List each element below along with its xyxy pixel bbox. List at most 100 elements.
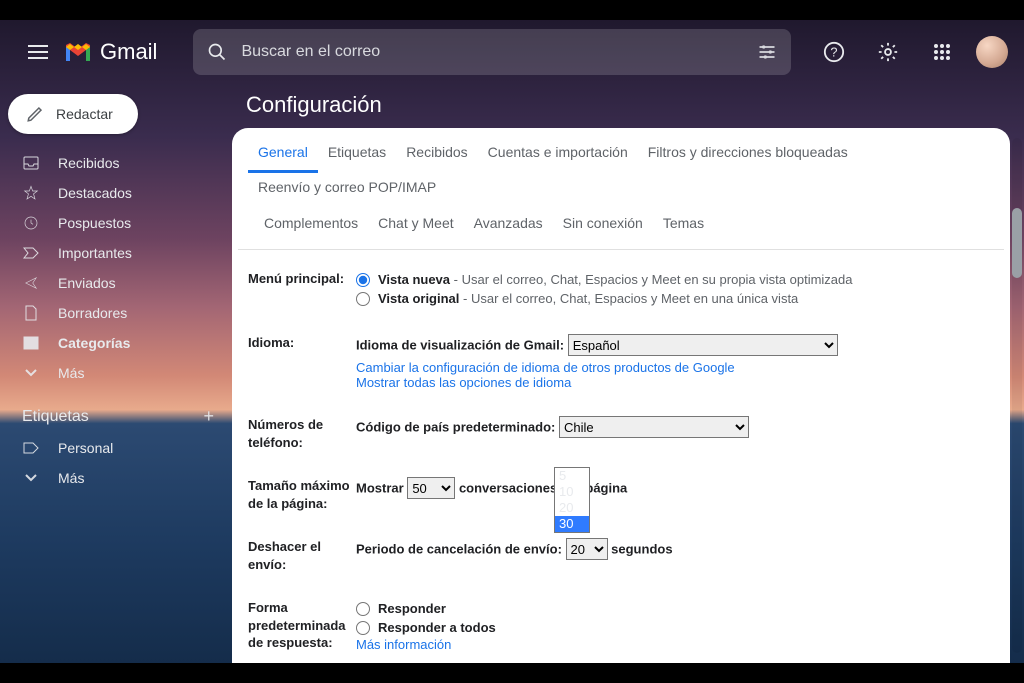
tab-chat[interactable]: Chat y Meet — [368, 209, 463, 241]
chevron-down-icon — [22, 369, 40, 377]
help-icon: ? — [823, 41, 845, 63]
label-item-more[interactable]: Más — [0, 463, 232, 493]
tab-addons[interactable]: Complementos — [254, 209, 368, 241]
language-display-label: Idioma de visualización de Gmail: — [356, 338, 564, 353]
opt-text: Vista original — [378, 291, 459, 306]
tab-offline[interactable]: Sin conexión — [553, 209, 653, 241]
search-icon — [207, 42, 227, 62]
panel-scrollbar[interactable] — [1010, 128, 1024, 663]
sidebar-item-label: Enviados — [58, 275, 116, 291]
tab-filters[interactable]: Filtros y direcciones bloqueadas — [638, 138, 858, 173]
inbox-icon — [22, 156, 40, 170]
label-item-personal[interactable]: Personal — [0, 433, 232, 463]
sidebar-item-label: Más — [58, 365, 84, 381]
tab-inbox[interactable]: Recibidos — [396, 138, 477, 173]
apps-button[interactable] — [922, 32, 962, 72]
sidebar-item-label: Pospuestos — [58, 215, 131, 231]
setting-page-size: Tamaño máximo de la página: Mostrar 50 c… — [248, 465, 994, 526]
clock-icon — [22, 215, 40, 231]
page-size-post: conversaciones por página — [459, 481, 627, 496]
gmail-logo[interactable]: Gmail — [64, 39, 157, 65]
opt-text: Responder a todos — [378, 620, 496, 635]
label-item-label: Personal — [58, 440, 113, 456]
setting-label: Idioma: — [248, 334, 356, 352]
sidebar-item-sent[interactable]: Enviados — [0, 268, 232, 298]
sidebar-item-categories[interactable]: Categorías — [0, 328, 232, 358]
setting-label: Tamaño máximo de la página: — [248, 477, 356, 512]
sidebar-item-more[interactable]: Más — [0, 358, 232, 388]
sidebar-item-label: Borradores — [58, 305, 127, 321]
setting-label: Menú principal: — [248, 270, 356, 288]
sidebar-item-starred[interactable]: Destacados — [0, 178, 232, 208]
settings-panel: General Etiquetas Recibidos Cuentas e im… — [232, 128, 1010, 663]
add-label-button[interactable]: + — [203, 406, 214, 427]
important-icon — [22, 247, 40, 259]
undo-post: segundos — [611, 542, 672, 557]
setting-main-menu: Menú principal: Vista nueva - Usar el co… — [248, 262, 994, 322]
page-size-select[interactable]: 50 — [407, 477, 455, 499]
phone-code-label: Código de país predeterminado: — [356, 420, 555, 435]
undo-seconds-select[interactable]: 20 — [566, 538, 608, 560]
setting-label: Forma predeterminada de respuesta: — [248, 599, 356, 652]
tab-advanced[interactable]: Avanzadas — [464, 209, 553, 241]
language-select[interactable]: Español — [568, 334, 838, 356]
sidebar-item-inbox[interactable]: Recibidos — [0, 148, 232, 178]
main-menu-new-radio[interactable] — [356, 273, 370, 287]
tag-icon — [22, 442, 40, 454]
dropdown-option-highlighted[interactable]: 30 — [555, 516, 589, 532]
country-code-select[interactable]: Chile — [559, 416, 749, 438]
label-item-label: Más — [58, 470, 84, 486]
dropdown-option[interactable]: 10 — [555, 484, 589, 500]
tab-labels[interactable]: Etiquetas — [318, 138, 396, 173]
language-change-link[interactable]: Cambiar la configuración de idioma de ot… — [356, 360, 994, 375]
page-title: Configuración — [246, 92, 382, 118]
settings-body: Menú principal: Vista nueva - Usar el co… — [232, 250, 1010, 663]
setting-default-reply: Forma predeterminada de respuesta: Respo… — [248, 587, 994, 663]
sidebar-item-label: Categorías — [58, 335, 130, 351]
setting-label: Números de teléfono: — [248, 416, 356, 451]
categories-icon — [22, 336, 40, 350]
scrollbar-thumb[interactable] — [1012, 208, 1022, 278]
dropdown-option[interactable]: 5 — [555, 468, 589, 484]
setting-phone: Números de teléfono: Código de país pred… — [248, 404, 994, 465]
gmail-m-icon — [64, 41, 92, 63]
setting-language: Idioma: Idioma de visualización de Gmail… — [248, 322, 994, 404]
apps-grid-icon — [933, 43, 951, 61]
language-show-all-link[interactable]: Mostrar todas las opciones de idioma — [356, 375, 994, 390]
compose-button[interactable]: Redactar — [8, 94, 138, 134]
help-button[interactable]: ? — [814, 32, 854, 72]
sent-icon — [22, 276, 40, 290]
reply-more-info-link[interactable]: Más información — [356, 637, 994, 652]
tab-general[interactable]: General — [248, 138, 318, 173]
sidebar-item-important[interactable]: Importantes — [0, 238, 232, 268]
setting-label: Deshacer el envío: — [248, 538, 356, 573]
reply-radio[interactable] — [356, 602, 370, 616]
gear-icon — [877, 41, 899, 63]
tab-accounts[interactable]: Cuentas e importación — [478, 138, 638, 173]
labels-header: Etiquetas + — [0, 388, 232, 433]
sidebar-item-snoozed[interactable]: Pospuestos — [0, 208, 232, 238]
search-placeholder: Buscar en el correo — [241, 43, 757, 61]
tab-forwarding[interactable]: Reenvío y correo POP/IMAP — [248, 173, 446, 205]
undo-seconds-dropdown[interactable]: 5 10 20 30 — [554, 467, 590, 533]
dropdown-option[interactable]: 20 — [555, 500, 589, 516]
page-size-pre: Mostrar — [356, 481, 404, 496]
search-bar[interactable]: Buscar en el correo — [193, 29, 791, 75]
star-icon — [22, 185, 40, 201]
opt-text: Responder — [378, 601, 446, 616]
sidebar-item-drafts[interactable]: Borradores — [0, 298, 232, 328]
compose-label: Redactar — [56, 106, 113, 122]
settings-button[interactable] — [868, 32, 908, 72]
account-avatar[interactable] — [976, 36, 1008, 68]
reply-all-radio[interactable] — [356, 621, 370, 635]
tab-themes[interactable]: Temas — [653, 209, 714, 241]
search-options-icon[interactable] — [757, 42, 777, 62]
sidebar-item-label: Importantes — [58, 245, 132, 261]
settings-tabs-row1: General Etiquetas Recibidos Cuentas e im… — [232, 128, 1010, 205]
main-menu-original-radio[interactable] — [356, 292, 370, 306]
undo-pre: Periodo de cancelación de envío: — [356, 542, 562, 557]
draft-icon — [22, 305, 40, 321]
main-menu-button[interactable] — [16, 30, 60, 74]
sidebar-item-label: Destacados — [58, 185, 132, 201]
sidebar-item-label: Recibidos — [58, 155, 119, 171]
